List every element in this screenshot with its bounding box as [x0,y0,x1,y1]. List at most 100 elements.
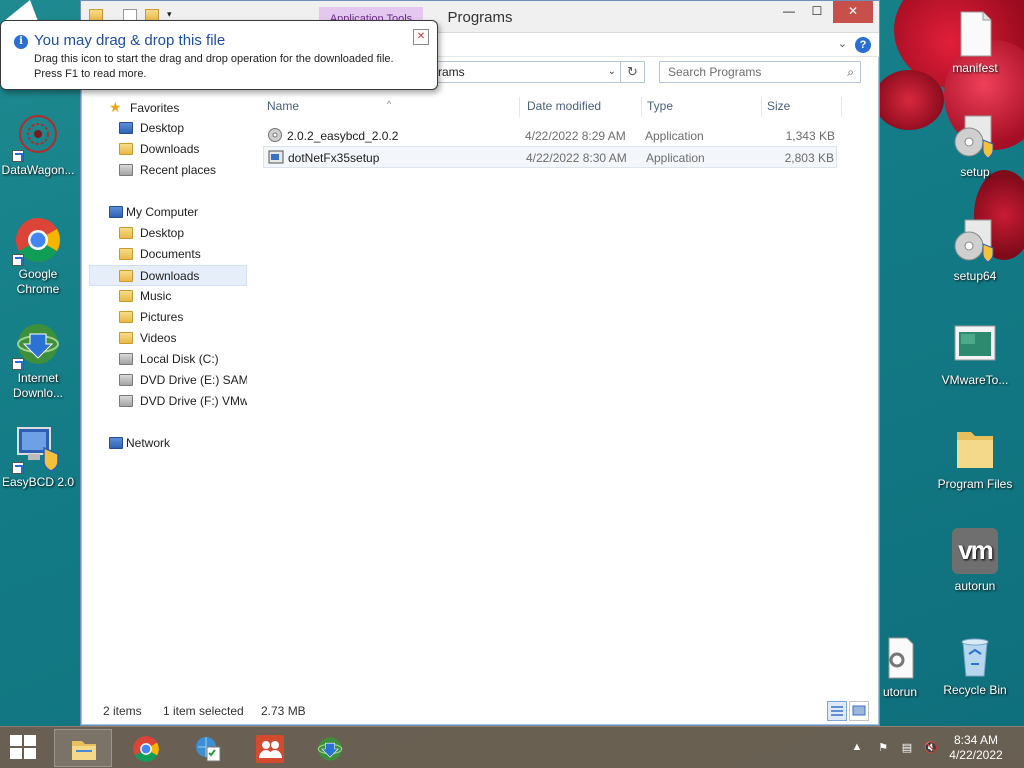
desktop-icon-autorun-inf[interactable]: utorun [880,634,920,700]
close-button[interactable]: ✕ [833,1,873,23]
nav-label: DVD Drive (F:) VMwa [140,394,247,408]
chrome-icon [133,736,159,762]
nav-local-disk[interactable]: Local Disk (C:) [89,349,247,370]
music-folder-icon [119,290,133,302]
document-icon [951,10,999,58]
taskbar: ▲ ⚑ ▤ 🔇 8:34 AM 4/22/2022 [0,726,1024,768]
refresh-button[interactable]: ↻ [621,61,645,83]
desktop-icon-idm[interactable]: Internet Downlo... [0,320,76,401]
desktop-icon-recycle-bin[interactable]: Recycle Bin [937,632,1013,698]
nav-dvd-f[interactable]: DVD Drive (F:) VMwa [89,391,247,412]
balloon-close-button[interactable]: ✕ [413,29,429,45]
large-icons-view-button[interactable] [849,701,869,721]
nav-dvd-e[interactable]: DVD Drive (E:) SAMS [89,370,247,391]
details-view-button[interactable] [827,701,847,721]
minimize-button[interactable]: — [775,1,803,23]
vmware-icon: vm [951,528,999,576]
nav-label: Desktop [140,121,185,135]
file-type: Application [645,129,704,143]
taskbar-file-explorer[interactable] [54,729,112,767]
status-size: 2.73 MB [261,704,306,718]
balloon-text: Drag this icon to start the drag and dro… [34,52,394,82]
status-item-count: 2 items [103,704,142,718]
start-button[interactable] [10,735,38,761]
action-center-flag-icon[interactable]: ⚑ [876,741,890,755]
address-bar[interactable]: rams ⌄ [421,61,621,83]
window-image-icon [951,322,999,370]
network-icon [109,437,123,449]
file-name: dotNetFx35setup [288,151,380,165]
file-row[interactable]: dotNetFx35setup 4/22/2022 8:30 AM Applic… [263,146,837,168]
chevron-down-icon[interactable]: ⌄ [608,62,616,82]
column-headers: ^ Name Date modified Type Size [263,97,842,121]
internet-download-manager-icon [12,320,62,370]
volume-muted-icon[interactable]: 🔇 [924,741,938,755]
desktop-icon-label: setup64 [953,269,997,283]
setup-installer-icon [951,218,999,266]
nav-favorites[interactable]: ★ Favorites [89,97,247,118]
taskbar-idm[interactable] [300,729,358,767]
explorer-window: ▾ Application Tools Programs — ☐ ✕ ⌄ ? r… [80,0,880,726]
nav-desktop[interactable]: Desktop [89,223,247,244]
maximize-button[interactable]: ☐ [803,1,831,23]
nav-network[interactable]: Network [89,433,247,454]
desktop-icon-autorun[interactable]: vm autorun [937,528,1013,594]
details-view-icon [831,706,843,716]
column-header-date[interactable]: Date modified [527,99,601,113]
desktop-icon-chrome[interactable]: Google Chrome [0,216,76,297]
nav-documents[interactable]: Documents [89,244,247,265]
clock-time: 8:34 AM [953,733,999,747]
chevron-down-icon[interactable]: ⌄ [838,37,847,50]
nav-fav-downloads[interactable]: Downloads [89,139,247,160]
nav-fav-desktop[interactable]: Desktop [89,118,247,139]
nav-my-computer[interactable]: My Computer [89,202,247,223]
show-hidden-icons-icon[interactable]: ▲ [850,741,864,755]
balloon-line-1: Drag this icon to start the drag and dro… [34,53,394,65]
taskbar-people-app[interactable] [240,729,298,767]
nav-videos[interactable]: Videos [89,328,247,349]
nav-pictures[interactable]: Pictures [89,307,247,328]
nav-downloads[interactable]: Downloads [89,265,247,286]
file-date: 4/22/2022 8:30 AM [526,151,627,165]
file-list: ^ Name Date modified Type Size 2.0.2_eas… [263,97,842,168]
search-input[interactable]: Search Programs ⌕ [659,61,861,83]
desktop-icon-manifest[interactable]: manifest [937,10,1013,76]
taskbar-task-app[interactable] [178,729,236,767]
settings-file-icon [885,634,915,682]
desktop-icon-label: Internet Downlo... [12,371,64,400]
file-date: 4/22/2022 8:29 AM [525,129,626,143]
clock[interactable]: 8:34 AM 4/22/2022 [946,733,1006,763]
downloads-folder-icon [119,270,133,282]
file-type: Application [646,151,705,165]
desktop-icon-easybcd[interactable]: EasyBCD 2.0 [0,424,76,490]
nav-music[interactable]: Music [89,286,247,307]
nav-label: Videos [140,331,177,345]
taskbar-chrome[interactable] [116,729,174,767]
desktop-icon-vmwaretools[interactable]: VMwareTo... [937,322,1013,388]
sort-ascending-icon: ^ [387,99,392,109]
nav-label: Music [140,289,172,303]
nav-fav-recent[interactable]: Recent places [89,160,247,181]
desktop-icon-setup[interactable]: setup [937,114,1013,180]
column-header-name[interactable]: Name [267,99,299,113]
drag-drop-balloon: i You may drag & drop this file Drag thi… [0,20,438,90]
column-header-size[interactable]: Size [767,99,790,113]
shortcut-arrow-icon [12,254,24,266]
desktop-icon-datawagon[interactable]: DataWagon... [0,112,76,178]
desktop-icon-label: DataWagon... [1,163,75,177]
desktop-icon-program-files[interactable]: Program Files [937,426,1013,492]
network-icon[interactable]: ▤ [900,741,914,755]
column-header-type[interactable]: Type [647,99,673,113]
desktop-icon-setup64[interactable]: setup64 [937,218,1013,284]
file-row[interactable]: 2.0.2_easybcd_2.0.2 4/22/2022 8:29 AM Ap… [263,125,837,147]
vmware-drive-icon [119,395,133,407]
file-size: 1,343 KB [785,129,835,143]
help-icon[interactable]: ? [855,37,871,53]
desktop-icon [119,122,133,134]
drive-icon [119,353,133,365]
chrome-icon [12,216,62,266]
easybcd-icon [12,424,62,474]
videos-folder-icon [119,332,133,344]
balloon-title: You may drag & drop this file [34,32,226,49]
desktop-icon-label: EasyBCD 2.0 [1,475,75,489]
